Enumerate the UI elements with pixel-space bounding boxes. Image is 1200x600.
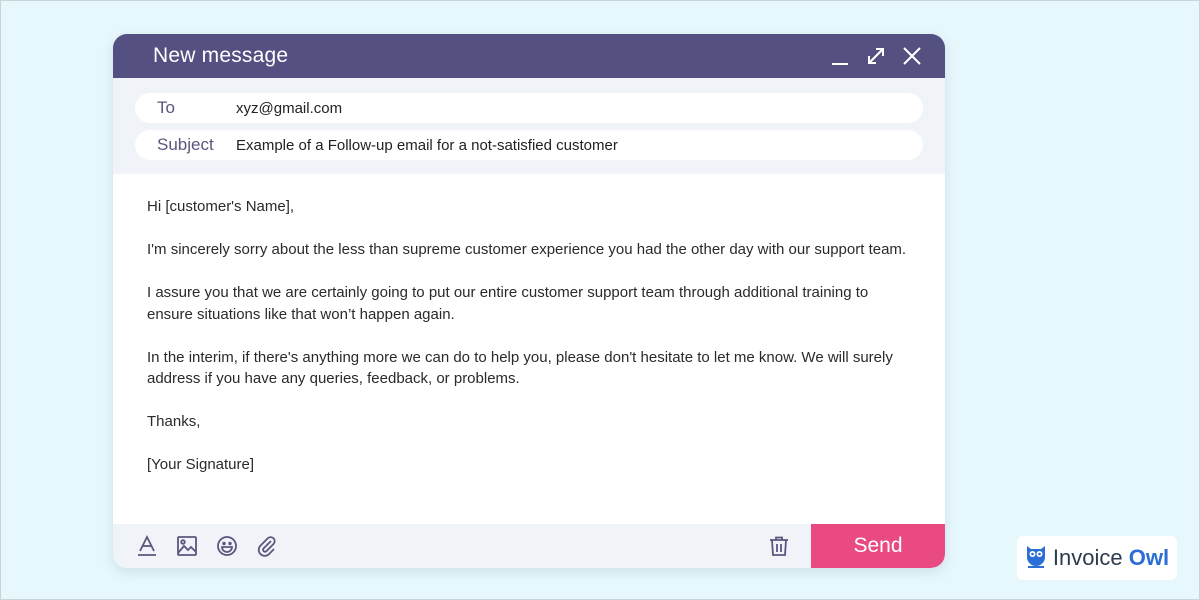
body-paragraph: Thanks, (147, 413, 201, 430)
body-paragraph: [Your Signature] (147, 456, 255, 473)
message-body[interactable]: Hi [customer's Name], I'm sincerely sorr… (113, 174, 945, 522)
body-paragraph: I'm sincerely sorry about the less than … (147, 241, 907, 258)
brand-name: Invoice Owl (1053, 545, 1169, 571)
brand-name-regular: Invoice (1052, 545, 1123, 570)
minimize-icon[interactable] (829, 45, 851, 67)
subject-label: Subject (157, 135, 214, 154)
body-paragraph: In the interim, if there's anything more… (147, 348, 893, 388)
body-paragraph: Hi [customer's Name], (147, 198, 295, 215)
close-icon[interactable] (901, 45, 923, 67)
brand-name-bold: Owl (1128, 545, 1170, 570)
send-button[interactable]: Send (811, 524, 945, 568)
window-title: New message (153, 44, 289, 67)
text-format-icon[interactable] (135, 534, 159, 558)
subject-input[interactable] (236, 136, 923, 154)
compose-toolbar: Send (113, 524, 945, 568)
formatting-tools (113, 534, 767, 558)
attachment-icon[interactable] (255, 534, 279, 558)
to-field: To (135, 93, 923, 123)
compose-window: New message To Subject Hi [customer's Na… (113, 34, 945, 568)
brand-logo: Invoice Owl (1017, 536, 1177, 580)
window-controls (829, 45, 923, 67)
emoji-icon[interactable] (215, 534, 239, 558)
trash-icon[interactable] (767, 534, 791, 558)
body-paragraph: I assure you that we are certainly going… (147, 284, 869, 323)
subject-field: Subject (135, 130, 923, 160)
owl-icon (1025, 543, 1047, 574)
to-input[interactable] (236, 99, 923, 117)
title-bar: New message (113, 34, 945, 78)
to-label: To (157, 98, 175, 117)
image-icon[interactable] (175, 534, 199, 558)
maximize-icon[interactable] (865, 45, 887, 67)
message-header: To Subject (113, 78, 945, 174)
